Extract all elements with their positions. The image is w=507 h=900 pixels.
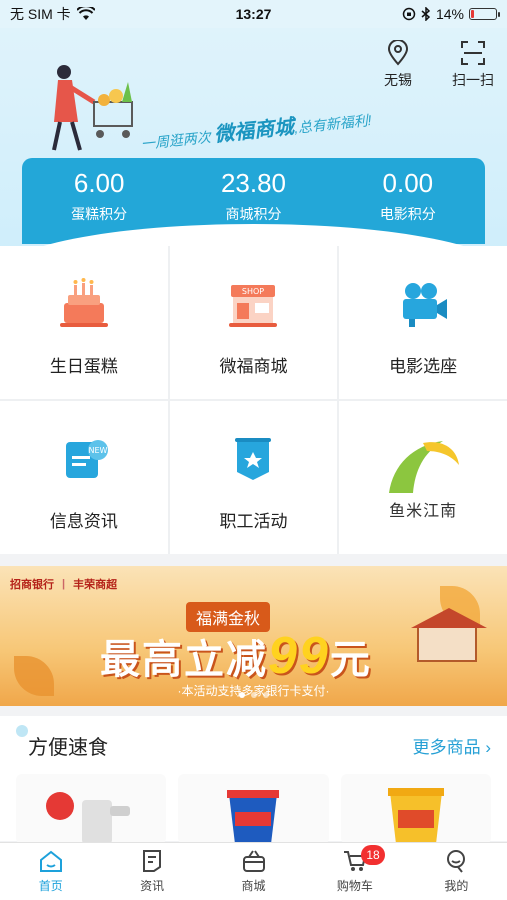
movie-points-label: 电影积分 (379, 206, 436, 222)
movie-points[interactable]: 0.00 电影积分 (331, 158, 485, 244)
mall-points-label: 商城积分 (225, 206, 282, 222)
product-image (227, 790, 280, 844)
tab-profile-label: 我的 (444, 879, 469, 893)
grid-label-movie: 电影选座 (389, 357, 458, 376)
scan-icon (461, 41, 485, 65)
yumi-jiangnan-logo-text: 鱼米江南 (389, 500, 458, 520)
tab-home-label: 首页 (38, 879, 63, 893)
app-page: 无 SIM 卡 13:27 14% 一周逛两次 微福商城,总有新福利! 无锡 扫… (0, 0, 507, 900)
product-list (0, 774, 507, 844)
slogan-prefix: 一周逛两次 (140, 128, 212, 153)
battery-percent: 14% (435, 6, 464, 22)
bluetooth-icon (421, 7, 431, 21)
profile-icon (447, 850, 466, 873)
svg-text:NEW: NEW (88, 446, 107, 455)
cake-points-value: 6.00 (73, 168, 125, 198)
bank-name-1: 招商银行 (10, 579, 54, 591)
news-scroll-icon: NEW (49, 423, 119, 493)
banner-unit: 元 (329, 638, 372, 682)
banner-amount: 99 (268, 627, 330, 685)
grid-label-shop: 微福商城 (219, 357, 288, 376)
battery-icon (469, 8, 500, 20)
status-bar: 无 SIM 卡 13:27 14% (0, 0, 507, 28)
shop-icon: SHOP (218, 268, 288, 338)
section-header: 方便速食 更多商品 › (0, 716, 507, 774)
grid-item-shop[interactable]: SHOP 微福商城 (169, 246, 338, 399)
bottom-tab-bar: 首页 资讯 商城 购物车 18 我的 (0, 842, 507, 900)
movie-camera-icon (388, 268, 458, 338)
slogan: 一周逛两次 微福商城,总有新福利! (139, 102, 372, 155)
product-image (46, 792, 131, 844)
cake-points[interactable]: 6.00 蛋糕积分 (22, 158, 176, 244)
carousel-dot[interactable] (238, 692, 245, 698)
grid-item-news[interactable]: NEW 信息资讯 (0, 401, 168, 554)
location-label: 无锡 (384, 72, 412, 88)
bank-name-2: 丰荣商超 (73, 579, 118, 591)
cake-points-label: 蛋糕积分 (71, 206, 128, 222)
carousel-dots (238, 692, 269, 698)
location-pin-icon (387, 40, 409, 66)
grid-label-news: 信息资讯 (49, 512, 118, 531)
battery-level (471, 10, 475, 18)
yumi-jiangnan-logo: 鱼米江南 (378, 428, 468, 528)
news-icon (143, 850, 162, 872)
tab-profile[interactable]: 我的 (406, 843, 507, 900)
grid-item-yumi-jiangnan[interactable]: 鱼米江南 (339, 401, 507, 554)
section-title: 方便速食 (16, 724, 108, 760)
product-card[interactable] (340, 774, 491, 844)
birthday-cake-icon (49, 268, 119, 338)
instant-food-section: 方便速食 更多商品 › (0, 716, 507, 844)
banner-headline: 最高立减99元 (100, 626, 372, 686)
wifi-icon (76, 7, 95, 20)
basket-icon (242, 850, 265, 872)
grid-label-activity: 职工活动 (219, 512, 288, 531)
movie-points-value: 0.00 (382, 168, 434, 198)
svg-text:SHOP: SHOP (242, 287, 264, 296)
carousel-dot[interactable] (262, 692, 269, 698)
mall-points[interactable]: 23.80 商城积分 (176, 158, 330, 244)
slogan-suffix: ,总有新福利! (293, 111, 373, 136)
tab-mall[interactable]: 商城 (203, 843, 304, 900)
promo-banner[interactable]: 招商银行 | 丰荣商超 福满金秋 最高立减99元 ·本活动支持多家银行卡支付· (0, 566, 507, 706)
bank-separator: | (62, 578, 66, 590)
header: 一周逛两次 微福商城,总有新福利! 无锡 扫一扫 6.00 蛋糕积分 23.80 (0, 28, 507, 250)
product-image (387, 788, 444, 844)
more-products-link[interactable]: 更多商品 › (413, 733, 491, 758)
grid-item-birthday-cake[interactable]: 生日蛋糕 (0, 246, 168, 399)
points-card: 6.00 蛋糕积分 23.80 商城积分 0.00 电影积分 (0, 158, 507, 250)
scan-button[interactable]: 扫一扫 (452, 40, 494, 90)
tab-home[interactable]: 首页 (0, 843, 101, 900)
mall-points-value: 23.80 (220, 168, 287, 198)
orientation-lock-icon (402, 7, 416, 21)
tab-cart-label: 购物车 (336, 879, 373, 893)
grid-item-movie[interactable]: 电影选座 (339, 246, 507, 399)
tab-cart[interactable]: 购物车 18 (304, 843, 405, 900)
grid-label-birthday-cake: 生日蛋糕 (49, 357, 118, 376)
cart-badge: 18 (361, 845, 385, 865)
carrier-label: 无 SIM 卡 (10, 6, 71, 22)
location-button[interactable]: 无锡 (384, 40, 412, 90)
carousel-dot[interactable] (250, 692, 257, 698)
tab-news[interactable]: 资讯 (101, 843, 202, 900)
banner-headline-text: 最高立减 (100, 638, 268, 682)
home-icon (39, 850, 62, 872)
tab-mall-label: 商城 (241, 879, 266, 893)
product-card[interactable] (178, 774, 329, 844)
activity-banner-icon (218, 423, 288, 493)
status-left: 无 SIM 卡 (10, 4, 95, 24)
feature-grid: 生日蛋糕 SHOP 微福商城 电影选座 NEW 信息资讯 职工活动 鱼米江南 (0, 246, 507, 554)
status-right: 14% (402, 6, 500, 22)
grid-item-activity[interactable]: 职工活动 (169, 401, 338, 554)
shopper-illustration (52, 65, 133, 151)
tab-news-label: 资讯 (140, 879, 165, 893)
house-illustration (411, 608, 487, 662)
product-card[interactable] (16, 774, 167, 844)
bank-logos: 招商银行 | 丰荣商超 (10, 576, 117, 592)
more-products-label: 更多商品 (412, 737, 481, 757)
chevron-right-icon: › (485, 737, 491, 757)
slogan-brand: 微福商城 (213, 116, 296, 147)
scan-label: 扫一扫 (452, 72, 494, 88)
